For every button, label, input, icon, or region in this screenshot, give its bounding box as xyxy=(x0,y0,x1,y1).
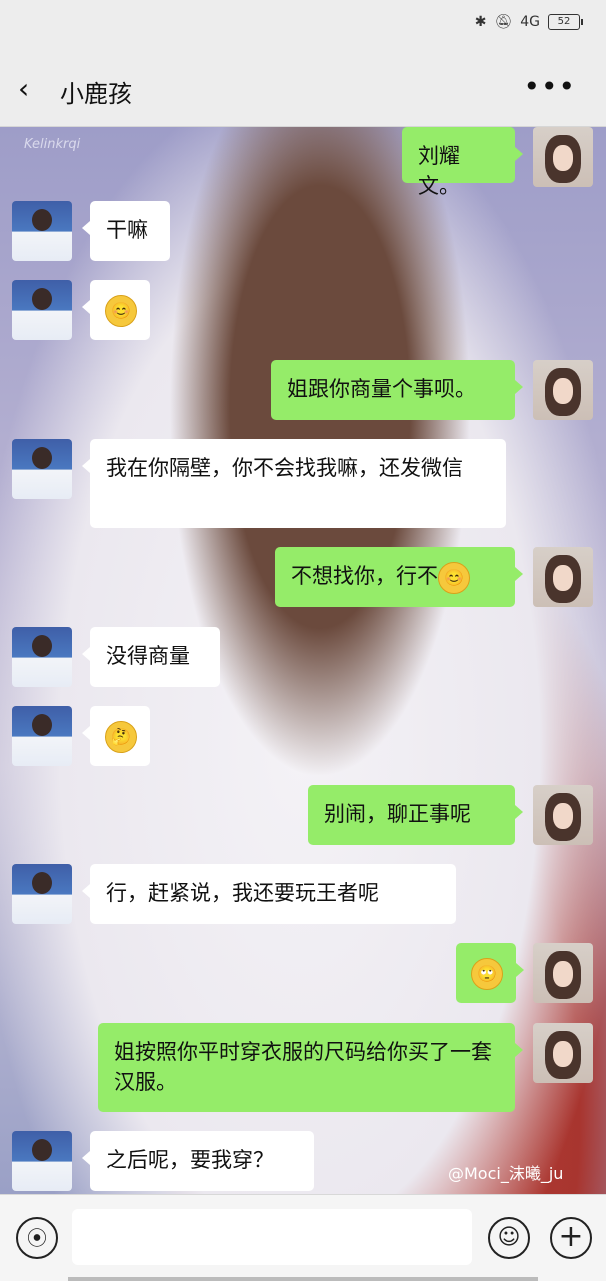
message-bubble-in[interactable]: 行，赶紧说，我还要玩王者呢 xyxy=(82,864,456,924)
message-bubble-out[interactable]: 🙄 xyxy=(456,943,524,1003)
chat-area[interactable]: Kelinkrqi 刘耀文。 干嘛 😊 姐跟你商量个事呗。 我在你隔壁，你不会找… xyxy=(0,127,606,1194)
emoji-icon[interactable]: ☺ xyxy=(488,1217,530,1259)
chevron-left-icon[interactable]: ‹ xyxy=(18,74,29,104)
battery-icon: 52 xyxy=(548,14,583,30)
plus-icon[interactable]: + xyxy=(550,1217,592,1259)
input-bar: ⦿ ☺ + xyxy=(0,1194,606,1281)
message-text: 刘耀文。 xyxy=(418,144,460,198)
home-indicator xyxy=(68,1277,538,1281)
avatar-self[interactable] xyxy=(533,1023,593,1083)
message-bubble-in[interactable]: 之后呢，要我穿？ xyxy=(82,1131,314,1191)
message-bubble-in[interactable]: 没得商量 xyxy=(82,627,220,687)
network-label: 4G xyxy=(520,14,540,30)
message-bubble-in[interactable]: 我在你隔壁，你不会找我嘛，还发微信 xyxy=(82,439,506,528)
message-text: 干嘛 xyxy=(106,218,148,242)
status-icons: ✱ 🔕︎ 4G 52 xyxy=(474,14,583,30)
avatar-self[interactable] xyxy=(533,127,593,187)
chat-title: 小鹿孩 xyxy=(60,80,132,108)
avatar-contact[interactable] xyxy=(12,706,72,766)
smile-emoji-icon: 😊 xyxy=(105,294,137,327)
message-bubble-in[interactable]: 😊 xyxy=(82,280,150,340)
eye-roll-emoji-icon: 🙄 xyxy=(471,957,503,990)
status-bar: ✱ 🔕︎ 4G 52 xyxy=(0,0,606,54)
avatar-contact[interactable] xyxy=(12,439,72,499)
message-bubble-out[interactable]: 姐跟你商量个事呗。 xyxy=(271,360,523,420)
bluetooth-icon: ✱ xyxy=(474,14,487,30)
message-input[interactable] xyxy=(72,1209,472,1265)
message-bubble-in[interactable]: 🤔 xyxy=(82,706,150,766)
message-text: 行，赶紧说，我还要玩王者呢 xyxy=(106,881,379,905)
voice-icon[interactable]: ⦿ xyxy=(16,1217,58,1259)
avatar-contact[interactable] xyxy=(12,201,72,261)
avatar-contact[interactable] xyxy=(12,627,72,687)
message-text: 姐按照你平时穿衣服的尺码给你买了一套汉服。 xyxy=(114,1040,492,1094)
message-bubble-out[interactable]: 姐按照你平时穿衣服的尺码给你买了一套汉服。 xyxy=(98,1023,523,1112)
message-bubble-out[interactable]: 别闹，聊正事呢 xyxy=(308,785,523,845)
mute-icon: 🔕︎ xyxy=(494,14,513,30)
avatar-contact[interactable] xyxy=(12,280,72,340)
message-text: 之后呢，要我穿？ xyxy=(106,1148,274,1172)
avatar-self[interactable] xyxy=(533,943,593,1003)
thinking-emoji-icon: 🤔 xyxy=(105,720,137,753)
avatar-contact[interactable] xyxy=(12,1131,72,1191)
avatar-contact[interactable] xyxy=(12,864,72,924)
avatar-self[interactable] xyxy=(533,360,593,420)
avatar-self[interactable] xyxy=(533,785,593,845)
message-text: 姐跟你商量个事呗。 xyxy=(287,377,476,401)
message-bubble-out[interactable]: 不想找你，行不 😊 xyxy=(275,547,523,607)
message-bubble-in[interactable]: 干嘛 xyxy=(82,201,170,261)
message-text: 没得商量 xyxy=(106,644,190,668)
watermark-bottom: @Moci_沫曦_ju xyxy=(448,1164,564,1183)
watermark-top: Kelinkrqi xyxy=(24,137,81,152)
message-text: 别闹，聊正事呢 xyxy=(324,802,471,826)
smile-emoji-icon: 😊 xyxy=(438,561,470,594)
avatar-self[interactable] xyxy=(533,547,593,607)
message-text: 我在你隔壁，你不会找我嘛，还发微信 xyxy=(106,456,463,480)
more-dots-icon[interactable]: ••• xyxy=(523,70,576,103)
message-text: 不想找你，行不 xyxy=(291,564,438,588)
chat-header: ‹ 小鹿孩 ••• xyxy=(0,54,606,127)
message-bubble-out[interactable]: 刘耀文。 xyxy=(402,127,523,198)
